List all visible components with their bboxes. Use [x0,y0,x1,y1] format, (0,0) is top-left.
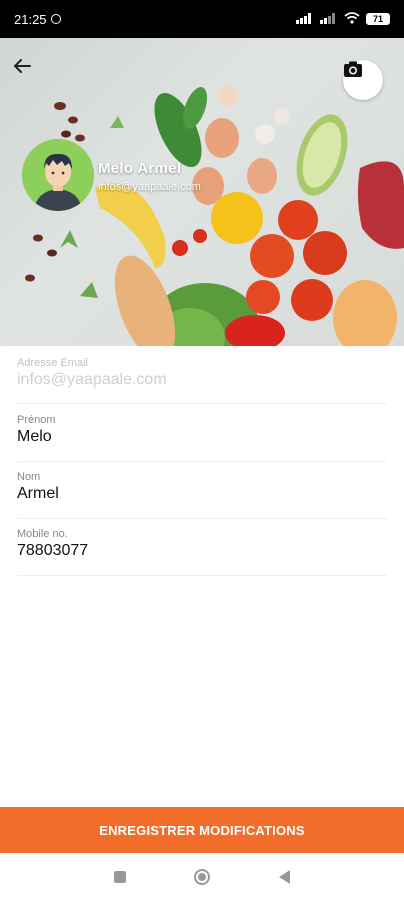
profile-email: infos@yaapaale.com [98,181,201,193]
change-cover-button[interactable] [343,60,383,100]
back-triangle-icon[interactable] [278,869,290,884]
last-name-label: Nom [17,471,41,483]
mobile-label: Mobile no. [17,528,68,540]
signal-icon [296,12,314,27]
avatar[interactable] [22,139,94,211]
home-icon[interactable] [194,868,211,885]
email-value: infos@yaapaale.com [17,371,167,388]
status-time: 21:25 [14,11,47,27]
last-name-field[interactable]: Nom Armel [17,471,387,519]
signal-icon-2 [320,12,338,27]
wifi-icon [344,11,360,27]
mobile-field[interactable]: Mobile no. 78803077 [17,528,387,576]
email-field: Adresse Email infos@yaapaale.com [17,357,387,404]
system-nav-bar [0,853,404,900]
profile-name: Melo Armel [98,160,182,177]
notification-icon [50,14,61,24]
profile-header-image: Melo Armel infos@yaapaale.com [0,38,404,346]
battery-icon: 71 [366,13,390,25]
back-button[interactable] [12,56,40,84]
arrow-left-icon [14,59,31,73]
status-bar: 21:25 71 [0,0,404,38]
email-label: Adresse Email [17,357,88,369]
mobile-input[interactable]: 78803077 [17,542,387,560]
camera-icon [344,61,362,77]
first-name-field[interactable]: Prénom Melo [17,414,387,462]
recents-icon[interactable] [114,870,127,883]
first-name-label: Prénom [17,414,56,426]
user-avatar-icon [22,139,94,211]
first-name-input[interactable]: Melo [17,428,387,446]
last-name-input[interactable]: Armel [17,485,387,503]
save-changes-button[interactable]: ENREGISTRER MODIFICATIONS [0,807,404,853]
